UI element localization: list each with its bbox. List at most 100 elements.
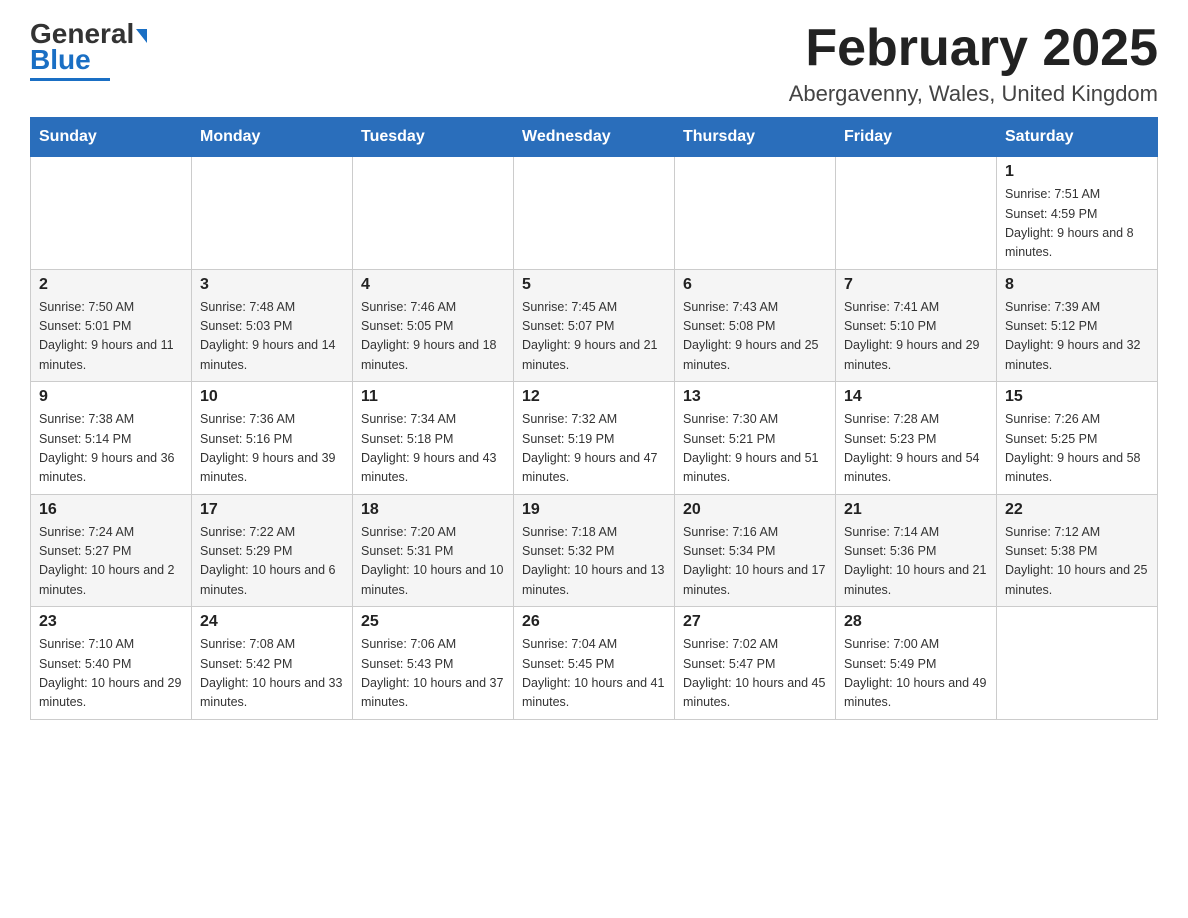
table-row: 27Sunrise: 7:02 AMSunset: 5:47 PMDayligh… bbox=[675, 607, 836, 720]
header-friday: Friday bbox=[836, 118, 997, 157]
day-info: Sunrise: 7:18 AMSunset: 5:32 PMDaylight:… bbox=[522, 523, 666, 601]
table-row: 6 Sunrise: 7:43 AMSunset: 5:08 PMDaylight… bbox=[675, 269, 836, 382]
logo-blue: Blue bbox=[30, 44, 91, 76]
table-row: 2 Sunrise: 7:50 AMSunset: 5:01 PMDaylight… bbox=[31, 269, 192, 382]
table-row: 24 Sunrise: 7:08 AMSunset: 5:42 PMDayligh… bbox=[192, 607, 353, 720]
day-info: Sunrise: 7:04 AMSunset: 5:45 PMDaylight:… bbox=[522, 635, 666, 713]
day-info: Sunrise: 7:28 AMSunset: 5:23 PMDaylight:… bbox=[844, 410, 988, 488]
header-saturday: Saturday bbox=[997, 118, 1158, 157]
day-number: 10 bbox=[200, 388, 344, 406]
day-info: Sunrise: 7:14 AMSunset: 5:36 PMDaylight:… bbox=[844, 523, 988, 601]
table-row: 23 Sunrise: 7:10 AMSunset: 5:40 PMDayligh… bbox=[31, 607, 192, 720]
day-number: 16 bbox=[39, 501, 183, 519]
day-info: Sunrise: 7:10 AMSunset: 5:40 PMDaylight:… bbox=[39, 635, 183, 713]
day-info: Sunrise: 7:16 AMSunset: 5:34 PMDaylight:… bbox=[683, 523, 827, 601]
table-row: 5 Sunrise: 7:45 AMSunset: 5:07 PMDaylight… bbox=[514, 269, 675, 382]
day-number: 5 bbox=[522, 276, 666, 294]
header-sunday: Sunday bbox=[31, 118, 192, 157]
day-number: 3 bbox=[200, 276, 344, 294]
day-number: 19 bbox=[522, 501, 666, 519]
day-info: Sunrise: 7:39 AMSunset: 5:12 PMDaylight:… bbox=[1005, 298, 1149, 376]
table-row bbox=[353, 157, 514, 270]
day-info: Sunrise: 7:26 AMSunset: 5:25 PMDaylight:… bbox=[1005, 410, 1149, 488]
table-row: 10 Sunrise: 7:36 AMSunset: 5:16 PMDayligh… bbox=[192, 382, 353, 495]
day-number: 12 bbox=[522, 388, 666, 406]
table-row: 13Sunrise: 7:30 AMSunset: 5:21 PMDayligh… bbox=[675, 382, 836, 495]
month-title: February 2025 bbox=[789, 20, 1158, 77]
day-info: Sunrise: 7:24 AMSunset: 5:27 PMDaylight:… bbox=[39, 523, 183, 601]
day-info: Sunrise: 7:45 AMSunset: 5:07 PMDaylight:… bbox=[522, 298, 666, 376]
logo: General Blue bbox=[30, 20, 147, 81]
day-info: Sunrise: 7:06 AMSunset: 5:43 PMDaylight:… bbox=[361, 635, 505, 713]
table-row bbox=[31, 157, 192, 270]
calendar-week-row: 9 Sunrise: 7:38 AMSunset: 5:14 PMDaylight… bbox=[31, 382, 1158, 495]
day-number: 27 bbox=[683, 613, 827, 631]
day-info: Sunrise: 7:46 AMSunset: 5:05 PMDaylight:… bbox=[361, 298, 505, 376]
table-row: 7Sunrise: 7:41 AMSunset: 5:10 PMDaylight… bbox=[836, 269, 997, 382]
calendar-week-row: 2 Sunrise: 7:50 AMSunset: 5:01 PMDaylight… bbox=[31, 269, 1158, 382]
day-number: 24 bbox=[200, 613, 344, 631]
day-info: Sunrise: 7:32 AMSunset: 5:19 PMDaylight:… bbox=[522, 410, 666, 488]
calendar-header-row: Sunday Monday Tuesday Wednesday Thursday… bbox=[31, 118, 1158, 157]
day-number: 17 bbox=[200, 501, 344, 519]
header-monday: Monday bbox=[192, 118, 353, 157]
day-info: Sunrise: 7:00 AMSunset: 5:49 PMDaylight:… bbox=[844, 635, 988, 713]
logo-underline bbox=[30, 78, 110, 81]
table-row bbox=[192, 157, 353, 270]
day-info: Sunrise: 7:34 AMSunset: 5:18 PMDaylight:… bbox=[361, 410, 505, 488]
day-number: 28 bbox=[844, 613, 988, 631]
day-info: Sunrise: 7:22 AMSunset: 5:29 PMDaylight:… bbox=[200, 523, 344, 601]
day-info: Sunrise: 7:20 AMSunset: 5:31 PMDaylight:… bbox=[361, 523, 505, 601]
table-row: 3 Sunrise: 7:48 AMSunset: 5:03 PMDaylight… bbox=[192, 269, 353, 382]
table-row bbox=[675, 157, 836, 270]
day-number: 25 bbox=[361, 613, 505, 631]
day-number: 4 bbox=[361, 276, 505, 294]
table-row: 18 Sunrise: 7:20 AMSunset: 5:31 PMDayligh… bbox=[353, 494, 514, 607]
table-row: 20Sunrise: 7:16 AMSunset: 5:34 PMDayligh… bbox=[675, 494, 836, 607]
table-row: 22 Sunrise: 7:12 AMSunset: 5:38 PMDayligh… bbox=[997, 494, 1158, 607]
day-number: 9 bbox=[39, 388, 183, 406]
table-row bbox=[997, 607, 1158, 720]
day-number: 23 bbox=[39, 613, 183, 631]
title-section: February 2025 Abergavenny, Wales, United… bbox=[789, 20, 1158, 107]
table-row bbox=[514, 157, 675, 270]
day-info: Sunrise: 7:08 AMSunset: 5:42 PMDaylight:… bbox=[200, 635, 344, 713]
day-number: 2 bbox=[39, 276, 183, 294]
day-info: Sunrise: 7:51 AMSunset: 4:59 PMDaylight:… bbox=[1005, 185, 1149, 263]
day-info: Sunrise: 7:36 AMSunset: 5:16 PMDaylight:… bbox=[200, 410, 344, 488]
header-tuesday: Tuesday bbox=[353, 118, 514, 157]
calendar-week-row: 23 Sunrise: 7:10 AMSunset: 5:40 PMDayligh… bbox=[31, 607, 1158, 720]
header-thursday: Thursday bbox=[675, 118, 836, 157]
day-number: 7 bbox=[844, 276, 988, 294]
table-row: 4 Sunrise: 7:46 AMSunset: 5:05 PMDaylight… bbox=[353, 269, 514, 382]
day-info: Sunrise: 7:12 AMSunset: 5:38 PMDaylight:… bbox=[1005, 523, 1149, 601]
day-info: Sunrise: 7:43 AMSunset: 5:08 PMDaylight:… bbox=[683, 298, 827, 376]
header-wednesday: Wednesday bbox=[514, 118, 675, 157]
day-number: 22 bbox=[1005, 501, 1149, 519]
table-row: 15 Sunrise: 7:26 AMSunset: 5:25 PMDayligh… bbox=[997, 382, 1158, 495]
day-number: 1 bbox=[1005, 163, 1149, 181]
day-number: 6 bbox=[683, 276, 827, 294]
calendar-week-row: 1 Sunrise: 7:51 AMSunset: 4:59 PMDaylight… bbox=[31, 157, 1158, 270]
calendar-table: Sunday Monday Tuesday Wednesday Thursday… bbox=[30, 117, 1158, 720]
calendar-week-row: 16 Sunrise: 7:24 AMSunset: 5:27 PMDayligh… bbox=[31, 494, 1158, 607]
day-number: 13 bbox=[683, 388, 827, 406]
location: Abergavenny, Wales, United Kingdom bbox=[789, 81, 1158, 107]
table-row: 12 Sunrise: 7:32 AMSunset: 5:19 PMDayligh… bbox=[514, 382, 675, 495]
day-info: Sunrise: 7:48 AMSunset: 5:03 PMDaylight:… bbox=[200, 298, 344, 376]
table-row: 1 Sunrise: 7:51 AMSunset: 4:59 PMDaylight… bbox=[997, 157, 1158, 270]
day-number: 18 bbox=[361, 501, 505, 519]
day-number: 15 bbox=[1005, 388, 1149, 406]
day-number: 11 bbox=[361, 388, 505, 406]
table-row: 9 Sunrise: 7:38 AMSunset: 5:14 PMDaylight… bbox=[31, 382, 192, 495]
page-header: General Blue February 2025 Abergavenny, … bbox=[30, 20, 1158, 107]
day-info: Sunrise: 7:50 AMSunset: 5:01 PMDaylight:… bbox=[39, 298, 183, 376]
table-row: 11 Sunrise: 7:34 AMSunset: 5:18 PMDayligh… bbox=[353, 382, 514, 495]
table-row: 16 Sunrise: 7:24 AMSunset: 5:27 PMDayligh… bbox=[31, 494, 192, 607]
table-row: 14 Sunrise: 7:28 AMSunset: 5:23 PMDayligh… bbox=[836, 382, 997, 495]
table-row: 26 Sunrise: 7:04 AMSunset: 5:45 PMDayligh… bbox=[514, 607, 675, 720]
day-info: Sunrise: 7:38 AMSunset: 5:14 PMDaylight:… bbox=[39, 410, 183, 488]
day-number: 26 bbox=[522, 613, 666, 631]
day-number: 14 bbox=[844, 388, 988, 406]
table-row: 17 Sunrise: 7:22 AMSunset: 5:29 PMDayligh… bbox=[192, 494, 353, 607]
